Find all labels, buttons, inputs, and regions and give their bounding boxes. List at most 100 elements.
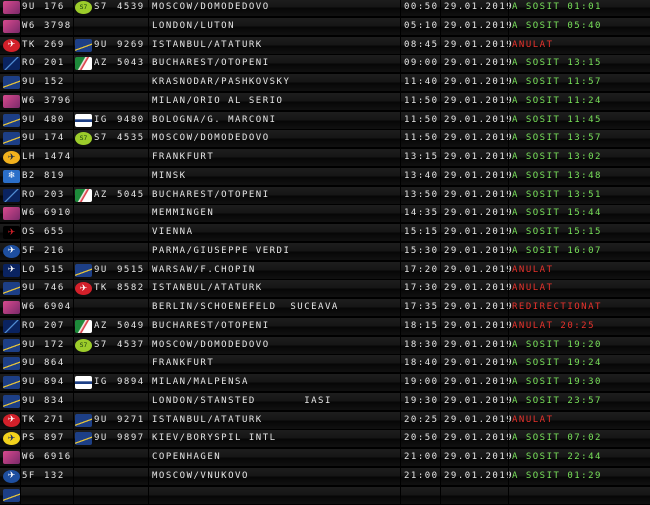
column-divider xyxy=(20,355,21,373)
column-divider xyxy=(73,167,74,185)
flight-date: 29.01.2019 xyxy=(444,320,514,331)
column-divider xyxy=(400,149,401,166)
lot-icon: ✈ xyxy=(3,263,20,277)
column-divider xyxy=(148,355,149,373)
scheduled-time: 11:50 xyxy=(404,133,439,144)
column-divider xyxy=(20,299,21,316)
flight-status: A SOSIT 22:44 xyxy=(512,452,602,462)
flight-row: 9U 152 KRASNODAR/PASHKOVSKY 11:40 29.01.2019… xyxy=(0,74,650,92)
alitalia-icon xyxy=(75,319,92,333)
codeshare-flight-number: 5043 xyxy=(117,58,145,69)
scheduled-time: 19:30 xyxy=(404,395,439,406)
column-divider xyxy=(148,280,149,298)
column-divider xyxy=(400,261,401,279)
column-divider xyxy=(20,205,21,223)
flight-number: 172 xyxy=(44,339,65,350)
airmoldova-small-icon xyxy=(75,113,92,127)
column-divider xyxy=(400,242,401,260)
column-divider xyxy=(20,467,21,485)
flight-row: W6 6904 BERLIN/SCHOENEFELD SUCEAVA 17:35 29.… xyxy=(0,299,650,317)
codeshare-flight-number: 9480 xyxy=(117,114,145,125)
flight-number: 6916 xyxy=(44,452,72,462)
destination: MOSCOW/DOMODEDOVO xyxy=(152,339,270,350)
flight-status: ANULAT xyxy=(512,414,554,425)
column-divider xyxy=(440,261,441,279)
scheduled-time: 15:30 xyxy=(404,245,439,256)
scheduled-time: 17:20 xyxy=(404,264,439,275)
column-divider xyxy=(400,36,401,54)
column-divider xyxy=(440,149,441,166)
column-divider xyxy=(440,336,441,354)
s7-icon: S7 xyxy=(75,132,92,146)
column-divider xyxy=(148,92,149,110)
flight-number: 216 xyxy=(44,245,65,256)
flyone-icon: ✈ xyxy=(3,469,20,483)
codeshare-flight-number: 9894 xyxy=(117,377,145,387)
codeshare-airline-code: 9U xyxy=(94,39,108,50)
flight-row: ✈ OS 655 VIENNA 15:15 29.01.2019 A SOSIT 15:15 xyxy=(0,224,650,242)
flight-number: 271 xyxy=(44,414,65,425)
column-divider xyxy=(20,0,21,16)
column-divider xyxy=(148,467,149,485)
column-divider xyxy=(440,92,441,110)
flight-row: W6 3798 LONDON/LUTON 05:10 29.01.2019 A SOSIT… xyxy=(0,17,650,36)
destination: FRANKFURT xyxy=(152,152,215,162)
scheduled-time: 08:45 xyxy=(404,39,439,50)
destination: BERLIN/SCHOENEFELD SUCEAVA xyxy=(152,302,339,312)
wizz-icon xyxy=(3,19,20,33)
flight-status: A SOSIT 13:15 xyxy=(512,58,602,69)
column-divider xyxy=(440,411,441,429)
column-divider xyxy=(148,374,149,391)
flight-number: 655 xyxy=(44,227,65,237)
flight-number: 201 xyxy=(44,58,65,69)
wizz-icon xyxy=(3,207,20,221)
codeshare-flight-number: 5045 xyxy=(117,189,145,200)
destination: ISTANBUL/ATATURK xyxy=(152,39,263,50)
column-divider xyxy=(73,224,74,241)
column-divider xyxy=(73,261,74,279)
codeshare-flight-number: 9897 xyxy=(117,433,145,444)
column-divider xyxy=(73,205,74,223)
flight-row: ✈ 5F 132 MOSCOW/VNUKOVO 21:00 29.01.2019 A SOS… xyxy=(0,467,650,486)
column-divider xyxy=(148,317,149,335)
wizz-icon xyxy=(3,94,20,108)
flight-date: 29.01.2019 xyxy=(444,302,514,312)
codeshare-flight-number: 4535 xyxy=(117,133,145,144)
flight-row: ✈ PS 897 9U 9897 KIEV/BORYSPIL INTL 20:50 29.01… xyxy=(0,430,650,449)
column-divider xyxy=(508,167,509,185)
column-divider xyxy=(73,355,74,373)
column-divider xyxy=(400,224,401,241)
alitalia-icon xyxy=(75,57,92,71)
codeshare-airline-code: 9U xyxy=(94,414,108,425)
column-divider xyxy=(400,467,401,485)
flight-date: 29.01.2019 xyxy=(444,208,514,219)
column-divider xyxy=(20,17,21,35)
column-divider xyxy=(440,167,441,185)
column-divider xyxy=(20,392,21,410)
flight-row: 9U 864 FRANKFURT 18:40 29.01.2019 A SOSIT 19:… xyxy=(0,355,650,374)
flight-row: W6 6916 COPENHAGEN 21:00 29.01.2019 A SOSIT 2… xyxy=(0,449,650,467)
column-divider xyxy=(440,242,441,260)
flight-row: RO 201 AZ 5043 BUCHAREST/OTOPENI 09:00 29.01.2… xyxy=(0,55,650,74)
tarom-icon xyxy=(3,188,20,202)
flight-status: A SOSIT 19:20 xyxy=(512,339,602,350)
column-divider xyxy=(508,392,509,410)
flight-date: 29.01.2019 xyxy=(444,2,514,12)
wizz-icon xyxy=(3,1,20,14)
airmoldova-icon xyxy=(3,282,20,296)
scheduled-time: 15:15 xyxy=(404,227,439,237)
column-divider xyxy=(440,17,441,35)
column-divider xyxy=(508,205,509,223)
airmoldova-icon xyxy=(75,263,92,277)
flight-status: A SOSIT 23:57 xyxy=(512,395,602,406)
tarom-icon xyxy=(3,319,20,333)
column-divider xyxy=(440,355,441,373)
destination: KIEV/BORYSPIL INTL xyxy=(152,433,277,444)
turkish-icon: ✈ xyxy=(3,38,20,52)
column-divider xyxy=(148,130,149,148)
flight-number: 480 xyxy=(44,114,65,125)
flight-row: ✈ TK 271 9U 9271 ISTANBUL/ATATURK 20:25 29.01.2… xyxy=(0,411,650,430)
turkish-icon: ✈ xyxy=(3,413,20,427)
column-divider xyxy=(73,374,74,391)
flight-status: A SOSIT 15:15 xyxy=(512,227,602,237)
